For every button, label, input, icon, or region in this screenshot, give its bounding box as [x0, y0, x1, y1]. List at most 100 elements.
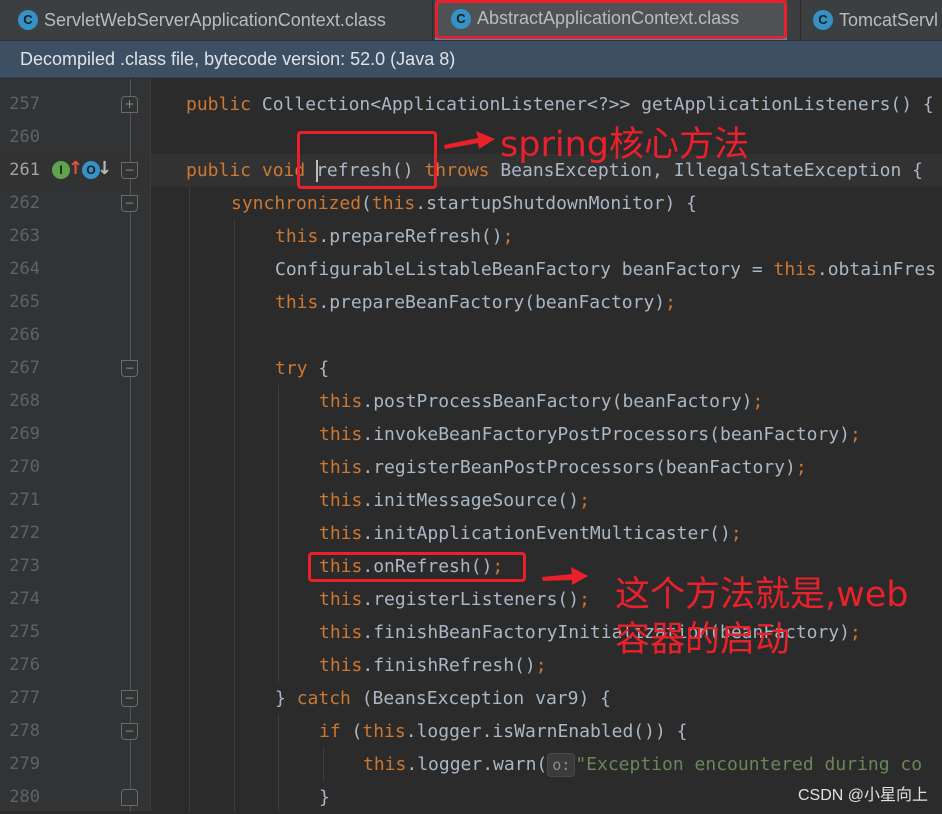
tab-servlet-web-server-application-context[interactable]: C ServletWebServerApplicationContext.cla…: [10, 0, 430, 40]
fold-collapse-icon[interactable]: −: [121, 690, 138, 707]
fold-expand-icon[interactable]: +: [121, 96, 138, 113]
semicolon: ;: [665, 292, 676, 313]
c-class-icon: C: [18, 10, 38, 30]
code-line-275: 275 this.finishBeanFactoryInitialization…: [0, 616, 942, 649]
tab-label: TomcatServl: [839, 9, 939, 30]
code-fragment: .finishRefresh(): [362, 655, 536, 676]
keyword: this: [363, 754, 407, 775]
code-fragment: .postProcessBeanFactory(beanFactory): [362, 391, 753, 412]
line-number: 279: [9, 754, 40, 774]
code-text: } catch (BeansException var9) {: [275, 682, 611, 715]
line-number: 278: [9, 721, 40, 741]
line-number: 280: [9, 787, 40, 807]
code-fragment: .invokeBeanFactoryPostProcessors(beanFac…: [362, 424, 851, 445]
keyword: synchronized: [231, 193, 362, 214]
method-name[interactable]: refresh: [316, 160, 392, 181]
line-number: 260: [9, 127, 40, 147]
line-number: 271: [9, 490, 40, 510]
code-text: this.postProcessBeanFactory(beanFactory)…: [319, 385, 763, 418]
line-number: 262: [9, 193, 40, 213]
fold-collapse-icon[interactable]: −: [121, 162, 138, 179]
code-line-267: 267 − try {: [0, 352, 942, 385]
fold-collapse-icon[interactable]: −: [121, 195, 138, 212]
semicolon: ;: [579, 589, 590, 610]
line-number: 268: [9, 391, 40, 411]
keyword: void: [261, 160, 306, 181]
keyword: this: [362, 721, 406, 742]
keyword: this: [319, 622, 363, 643]
code-text: this.initApplicationEventMulticaster();: [319, 517, 742, 550]
semicolon: ;: [730, 523, 742, 544]
tab-tomcat-servlet[interactable]: C TomcatServl: [805, 0, 942, 40]
code-text: this.onRefresh();: [319, 550, 503, 583]
code-fragment: {: [307, 358, 330, 379]
keyword: this: [319, 391, 363, 412]
keyword: catch: [296, 688, 351, 709]
keyword: try: [275, 358, 308, 379]
code-fragment: .obtainFres: [816, 259, 937, 280]
semicolon: ;: [795, 457, 807, 478]
code-line-276: 276 this.finishRefresh();: [0, 649, 942, 682]
code-line-262: 262 − synchronized(this.startupShutdownM…: [0, 187, 942, 220]
c-class-icon: C: [451, 8, 471, 29]
code-text: ConfigurableListableBeanFactory beanFact…: [275, 253, 936, 286]
code-line-257: 257 + public Collection<ApplicationListe…: [0, 88, 942, 121]
code-fragment: .logger.isWarnEnabled()) {: [405, 721, 688, 742]
keyword: public: [186, 94, 252, 115]
code-fragment: .onRefresh(): [362, 556, 493, 577]
line-number: 264: [9, 259, 40, 279]
code-line-270: 270 this.registerBeanPostProcessors(bean…: [0, 451, 942, 484]
semicolon: ;: [579, 490, 590, 511]
keyword: throws: [424, 160, 490, 181]
code-line-261: 261 − public void refresh() throws Beans…: [0, 154, 942, 187]
tab-label: ServletWebServerApplicationContext.class: [44, 9, 386, 30]
line-number: 257: [9, 94, 40, 114]
code-text: this.logger.warn(o: "Exception encountere…: [363, 748, 922, 781]
annotation-arrow-icon: [444, 131, 495, 149]
keyword: this: [319, 424, 363, 445]
code-text: this.initMessageSource();: [319, 484, 590, 517]
code-line-277: 277 − } catch (BeansException var9) {: [0, 682, 942, 715]
code-text: this.prepareRefresh();: [275, 220, 513, 253]
keyword: public: [186, 160, 252, 181]
code-line-266: 266: [0, 319, 942, 352]
keyword: this: [371, 193, 416, 214]
annotation-arrow-icon: [542, 567, 588, 585]
code-fragment: ConfigurableListableBeanFactory beanFact…: [275, 259, 774, 280]
code-fragment: }: [275, 688, 297, 709]
keyword: this: [319, 556, 363, 577]
keyword: this: [319, 589, 363, 610]
line-number: 273: [9, 556, 40, 576]
code-text: this.registerBeanPostProcessors(beanFact…: [319, 451, 807, 484]
semicolon: ;: [850, 622, 861, 643]
code-line-279: 279 this.logger.warn(o: "Exception encoun…: [0, 748, 942, 781]
line-number: 267: [9, 358, 40, 378]
code-line-264: 264 ConfigurableListableBeanFactory bean…: [0, 253, 942, 286]
code-line-269: 269 this.invokeBeanFactoryPostProcessors…: [0, 418, 942, 451]
semicolon: ;: [535, 655, 547, 676]
code-fragment: Collection<ApplicationListener<?>> getAp…: [251, 94, 934, 115]
code-fragment: .initMessageSource(): [362, 490, 580, 511]
semicolon: ;: [752, 391, 764, 412]
fold-end-icon[interactable]: [121, 789, 138, 806]
code-line-268: 268 this.postProcessBeanFactory(beanFact…: [0, 385, 942, 418]
line-number: 272: [9, 523, 40, 543]
semicolon: ;: [492, 556, 504, 577]
keyword: this: [319, 523, 363, 544]
line-number: 269: [9, 424, 40, 444]
banner-text: Decompiled .class file, bytecode version…: [20, 49, 456, 69]
watermark: CSDN @小星向上: [797, 787, 928, 804]
keyword: this: [319, 490, 363, 511]
fold-collapse-icon[interactable]: −: [121, 723, 138, 740]
keyword: this: [275, 292, 319, 313]
fold-collapse-icon[interactable]: −: [121, 360, 138, 377]
line-number: 275: [9, 622, 40, 642]
code-text: if (this.logger.isWarnEnabled()) {: [319, 715, 688, 748]
semicolon: ;: [850, 424, 861, 445]
tab-abstract-application-context[interactable]: C AbstractApplicationContext.class: [435, 0, 787, 40]
code-text: this.invokeBeanFactoryPostProcessors(bea…: [319, 418, 861, 451]
code-text: this.prepareBeanFactory(beanFactory);: [275, 286, 676, 319]
c-class-icon: C: [813, 10, 833, 30]
code-text: public Collection<ApplicationListener<?>…: [186, 88, 934, 121]
code-text: this.finishRefresh();: [319, 649, 547, 682]
